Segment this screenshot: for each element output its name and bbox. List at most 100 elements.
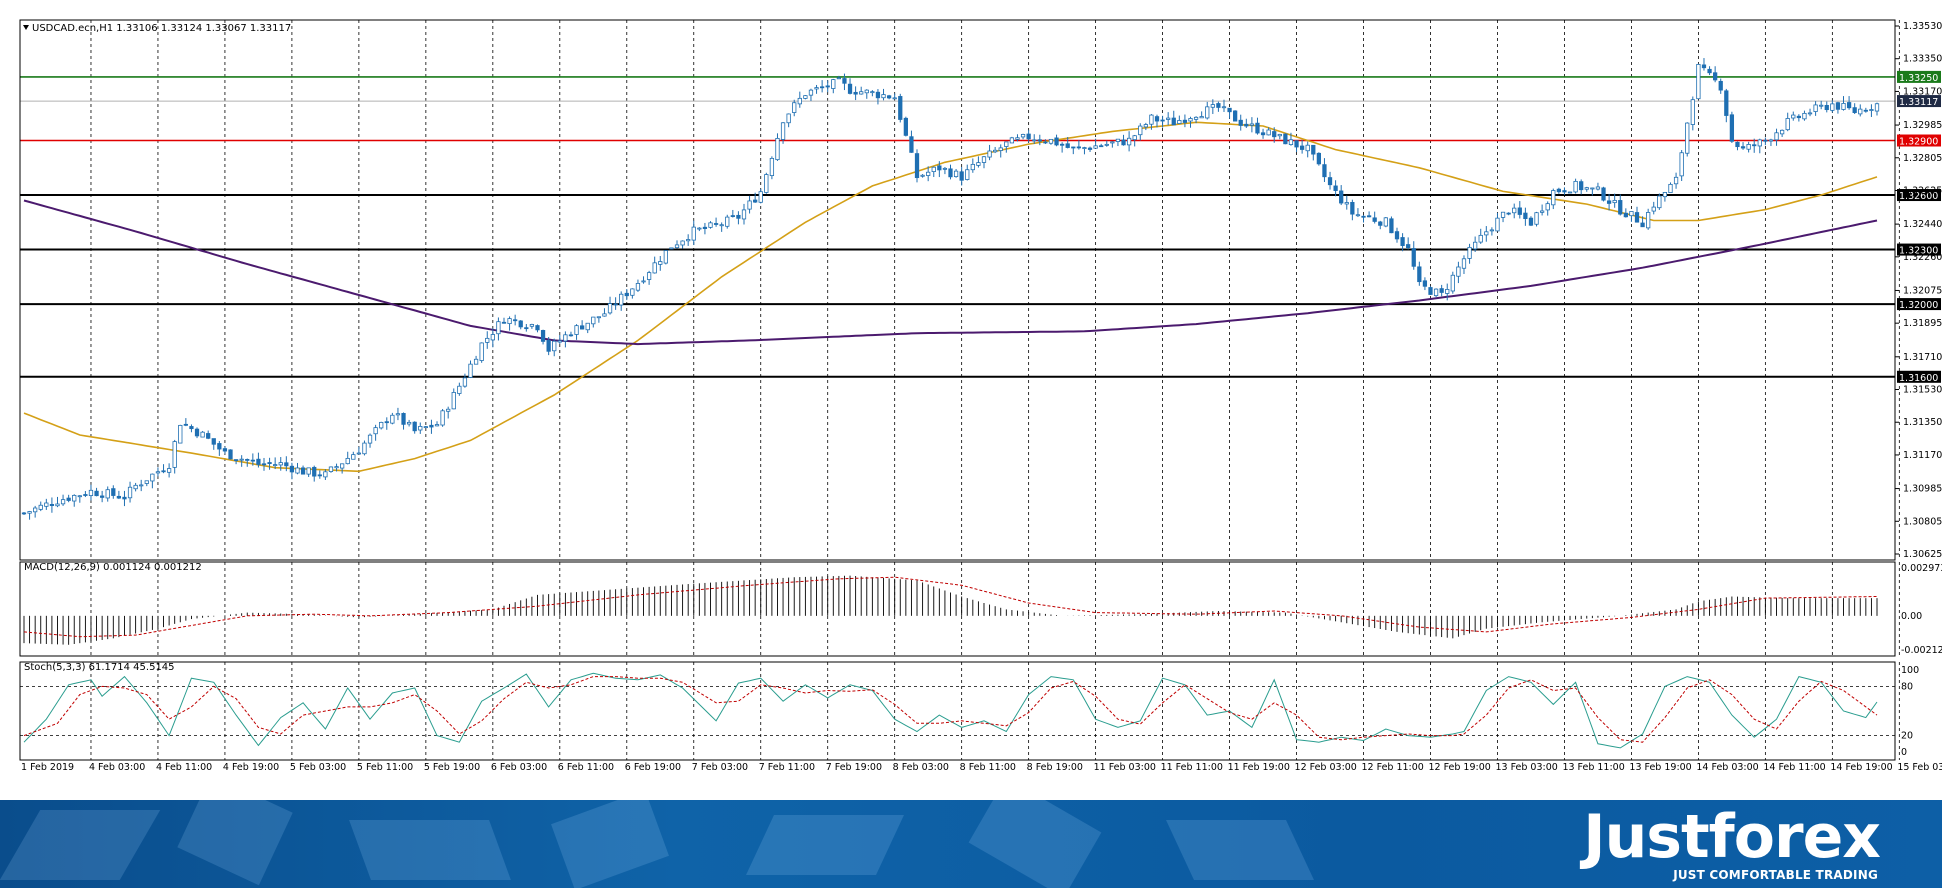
candle-bullish[interactable] [663, 250, 668, 264]
candle-bullish[interactable] [630, 288, 635, 296]
candle-bearish[interactable] [312, 466, 317, 477]
candle-bearish[interactable] [1439, 288, 1444, 293]
candle-bullish[interactable] [669, 247, 674, 250]
candle-bullish[interactable] [719, 224, 724, 227]
candle-bullish[interactable] [786, 113, 791, 124]
candle-bearish[interactable] [1233, 110, 1238, 122]
candle-bearish[interactable] [1835, 102, 1841, 110]
candle-bearish[interactable] [1059, 143, 1065, 146]
candle-bullish[interactable] [27, 511, 32, 514]
candle-bullish[interactable] [987, 150, 992, 158]
candle-bearish[interactable] [909, 136, 914, 153]
candle-bullish[interactable] [105, 489, 110, 499]
candle-bearish[interactable] [540, 330, 546, 342]
candle-bullish[interactable] [998, 147, 1003, 151]
candle-bearish[interactable] [1528, 217, 1534, 226]
candle-bearish[interactable] [1724, 90, 1729, 116]
candle-bearish[interactable] [580, 325, 585, 330]
candle-bullish[interactable] [680, 240, 685, 246]
candle-bullish[interactable] [1869, 109, 1874, 111]
candle-bullish[interactable] [1668, 183, 1673, 194]
candle-bullish[interactable] [1489, 229, 1495, 232]
candle-bullish[interactable] [72, 494, 77, 502]
candle-bearish[interactable] [1065, 143, 1070, 148]
candle-bearish[interactable] [1255, 122, 1260, 134]
candle-bearish[interactable] [898, 96, 903, 120]
candle-bearish[interactable] [1160, 119, 1165, 122]
candle-bullish[interactable] [362, 442, 367, 455]
candle-bearish[interactable] [217, 443, 222, 450]
candle-bearish[interactable] [1366, 215, 1372, 218]
candle-bearish[interactable] [624, 292, 629, 297]
candle-bullish[interactable] [1779, 129, 1785, 135]
candle-bullish[interactable] [1009, 137, 1015, 144]
candle-bullish[interactable] [155, 471, 161, 474]
candle-bullish[interactable] [328, 466, 334, 472]
candle-bearish[interactable] [289, 465, 295, 473]
candle-bearish[interactable] [1562, 190, 1567, 193]
candle-bullish[interactable] [814, 87, 819, 90]
candle-bearish[interactable] [1350, 201, 1355, 215]
candle-bullish[interactable] [563, 334, 568, 342]
candle-bullish[interactable] [462, 377, 468, 387]
candle-bullish[interactable] [367, 434, 373, 444]
candle-bullish[interactable] [323, 471, 328, 478]
candle-bullish[interactable] [306, 467, 311, 475]
candle-bearish[interactable] [267, 462, 272, 465]
candle-bearish[interactable] [1634, 212, 1640, 223]
candle-bearish[interactable] [1294, 140, 1299, 148]
candle-bearish[interactable] [1606, 200, 1612, 204]
candle-bearish[interactable] [914, 153, 920, 179]
candle-bullish[interactable] [1305, 144, 1310, 152]
candle-bullish[interactable] [674, 244, 680, 249]
candle-bullish[interactable] [178, 424, 183, 444]
candle-bullish[interactable] [1450, 274, 1455, 292]
candle-bearish[interactable] [568, 334, 574, 337]
candle-bullish[interactable] [607, 303, 613, 314]
candle-bullish[interactable] [769, 157, 775, 177]
candle-bullish[interactable] [1193, 116, 1199, 120]
candle-bearish[interactable] [1417, 266, 1422, 283]
candle-bullish[interactable] [697, 227, 702, 230]
candle-bearish[interactable] [1076, 146, 1082, 149]
candle-bullish[interactable] [406, 421, 412, 425]
candle-bullish[interactable] [758, 191, 763, 203]
candle-bullish[interactable] [473, 358, 479, 365]
candle-bullish[interactable] [1646, 212, 1651, 229]
candle-bearish[interactable] [1389, 218, 1394, 234]
horizontal-levels[interactable]: 1.332501.329001.326001.323001.320001.316… [20, 70, 1941, 384]
candle-bearish[interactable] [49, 504, 55, 506]
candle-bearish[interactable] [1121, 139, 1126, 146]
candle-bullish[interactable] [619, 293, 624, 306]
candle-bullish[interactable] [831, 79, 836, 89]
candle-bullish[interactable] [1445, 289, 1450, 294]
candle-bearish[interactable] [206, 433, 211, 439]
candle-bullish[interactable] [931, 166, 936, 173]
candle-bullish[interactable] [1768, 139, 1774, 142]
candle-bullish[interactable] [1690, 99, 1695, 125]
candle-bullish[interactable] [574, 325, 579, 335]
candle-bullish[interactable] [1567, 191, 1573, 194]
candle-bearish[interactable] [1339, 190, 1344, 204]
candle-bearish[interactable] [94, 490, 99, 497]
candle-bearish[interactable] [730, 215, 735, 217]
candle-bullish[interactable] [1249, 123, 1255, 126]
candle-bullish[interactable] [1132, 135, 1137, 141]
candle-bullish[interactable] [976, 162, 981, 166]
candle-bullish[interactable] [596, 316, 602, 319]
candle-bullish[interactable] [1188, 118, 1193, 122]
candle-bullish[interactable] [658, 261, 663, 265]
candle-bearish[interactable] [535, 325, 540, 331]
candle-bearish[interactable] [1322, 164, 1327, 178]
candle-bearish[interactable] [886, 95, 892, 99]
candle-bearish[interactable] [819, 86, 825, 89]
candle-bullish[interactable] [1288, 139, 1294, 145]
candle-bullish[interactable] [423, 426, 428, 429]
candle-bullish[interactable] [1819, 104, 1824, 107]
candle-bullish[interactable] [1495, 217, 1500, 232]
candle-bearish[interactable] [1182, 119, 1188, 123]
candle-bullish[interactable] [1456, 266, 1461, 277]
candle-bullish[interactable] [1110, 141, 1115, 144]
candle-bullish[interactable] [295, 467, 300, 474]
candle-bullish[interactable] [808, 89, 814, 96]
